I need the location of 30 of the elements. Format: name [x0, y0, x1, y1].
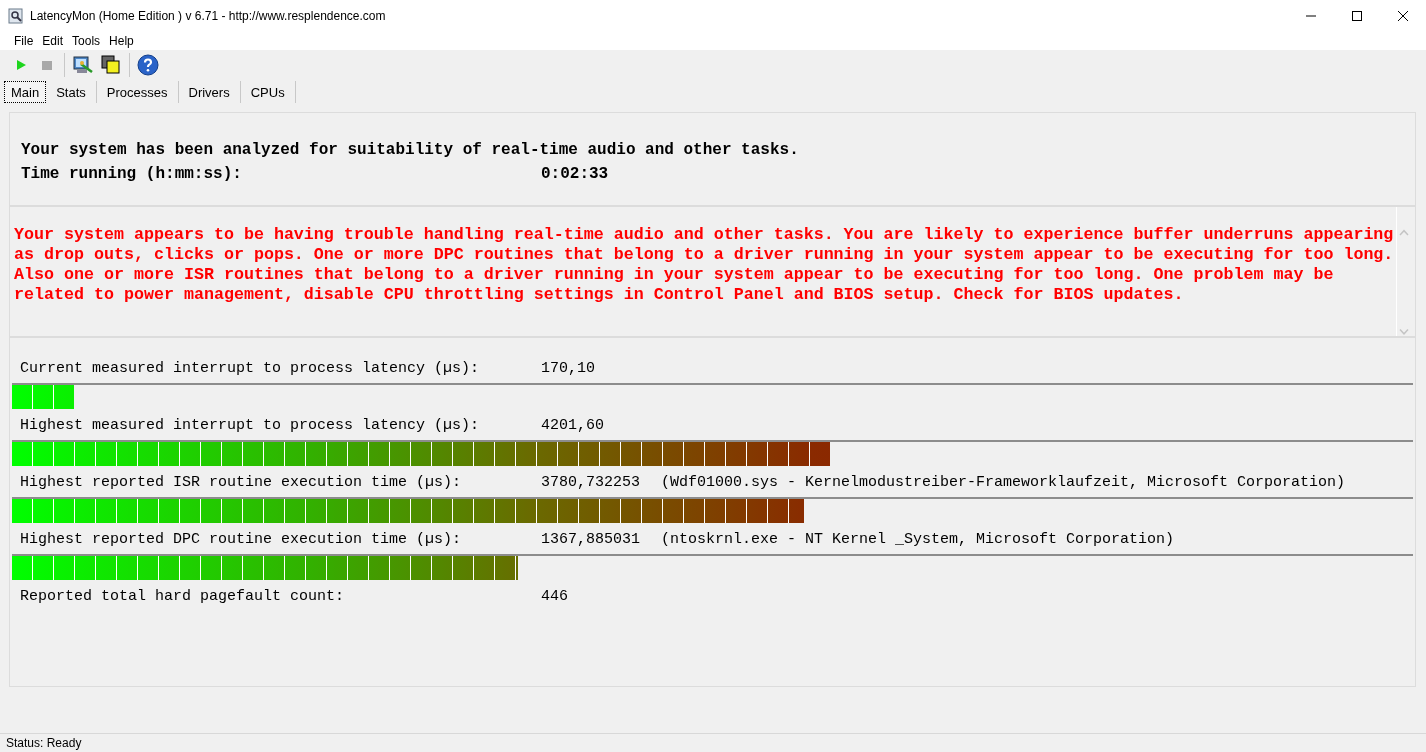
- time-value: 0:02:33: [541, 165, 609, 183]
- time-label: Time running (h:mm:ss):: [21, 165, 243, 183]
- verdict-text: Your system appears to be having trouble handling real-time audio and other tasks. You are likely to experience buffer underruns appearing as drop outs, clicks or pops. One or more DPC routines that belong to a driver running in your system appear to be executing for too long. Also one or more ISR routines that belong to a driver running in your system appear to be executing for too long. One problem may be related to power management, disable CPU throttling settings in Control Panel and BIOS setup. Check for BIOS updates.: [14, 225, 1395, 305]
- metric-value: 4201,60: [541, 416, 605, 434]
- tab[interactable]: Processes: [96, 81, 179, 103]
- tab[interactable]: Main: [4, 81, 47, 103]
- metric-value: 3780,732253: [541, 473, 642, 491]
- metric-value: 170,10: [541, 359, 596, 377]
- metric-detail: (Wdf01000.sys - Kernelmodustreiber-Frameworklaufzeit, Microsoft Corporation): [661, 473, 1346, 491]
- windows-icon[interactable]: [99, 53, 123, 77]
- metric-label: Current measured interrupt to process latency (µs):: [20, 359, 481, 377]
- metric-label: Highest measured interrupt to process latency (µs):: [20, 416, 481, 434]
- window-title: LatencyMon (Home Edition ) v 6.71 - http://www.resplendence.com: [30, 8, 386, 23]
- help-icon[interactable]: [136, 53, 160, 77]
- tab[interactable]: Drivers: [178, 81, 241, 103]
- metric-value: 446: [541, 587, 569, 605]
- menu-item[interactable]: Edit: [42, 33, 64, 48]
- tab[interactable]: Stats: [46, 81, 97, 103]
- metric-label: Reported total hard pagefault count:: [20, 587, 346, 605]
- status-text: Status: Ready: [6, 736, 82, 750]
- metric-detail: (ntoskrnl.exe - NT Kernel _System, Microsoft Corporation): [661, 530, 1175, 548]
- metric-label: Highest reported ISR routine execution time (µs):: [20, 473, 463, 491]
- menu-item[interactable]: Tools: [72, 33, 101, 48]
- metric-label: Highest reported DPC routine execution time (µs):: [20, 530, 463, 548]
- menu-item[interactable]: File: [14, 33, 34, 48]
- metric-value: 1367,885031: [541, 530, 642, 548]
- headline: Your system has been analyzed for suitability of real-time audio and other tasks.: [21, 141, 800, 159]
- tab[interactable]: CPUs: [240, 81, 296, 103]
- app-icon: [8, 7, 24, 24]
- menu-item[interactable]: Help: [109, 33, 134, 48]
